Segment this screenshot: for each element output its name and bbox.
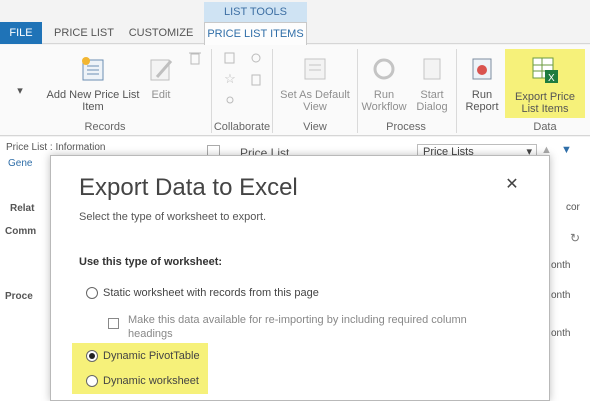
star-button[interactable]: ☆ [222,71,238,86]
svg-text:X: X [548,73,555,84]
static-worksheet-radio[interactable] [86,287,98,299]
list-tools-header: LIST TOOLS [204,2,307,22]
share-button[interactable] [222,95,238,112]
run-workflow-button[interactable]: Run Workflow [360,55,408,113]
connect-button[interactable] [248,51,264,68]
workflow-icon [373,58,395,80]
export-label: Export Price List Items [515,91,575,115]
ribbon-tab-bar: LIST TOOLS FILE PRICE LIST CUSTOMIZE PRI… [0,0,590,45]
search-field-tail: cor [566,202,580,213]
add-new-label: Add New Price List Item [46,89,140,113]
edit-button[interactable]: Edit [141,55,181,101]
link-icon [251,53,261,63]
cell-month-2: onth [551,290,571,301]
start-dialog-button[interactable]: Start Dialog [410,55,454,113]
assign-button[interactable] [248,73,264,90]
cell-month-3: onth [551,328,571,339]
tab-price-list-items[interactable]: PRICE LIST ITEMS [204,22,307,45]
close-icon[interactable]: ✕ [504,177,520,193]
tab-file[interactable]: FILE [0,22,42,44]
divider [456,49,457,133]
dynamic-pivottable-radio[interactable] [86,350,98,362]
export-price-list-items-button[interactable]: X Export Price List Items [506,55,584,115]
dynamic-worksheet-radio[interactable] [86,375,98,387]
tab-price-list[interactable]: PRICE LIST [50,22,118,44]
worksheet-type-label: Use this type of worksheet: [79,256,223,268]
view-icon [304,58,326,80]
excel-export-icon: X [532,57,558,84]
group-process-label: Process [386,121,426,133]
group-view-label: View [303,121,327,133]
set-default-view-label: Set As Default View [280,89,350,113]
cell-month-1: onth [551,260,571,271]
trash-icon [189,52,201,65]
proce-heading: Proce [5,291,33,302]
arrow-down-icon[interactable]: ▼ [561,144,575,159]
run-report-button[interactable]: Run Report [460,55,504,113]
ribbon: LIST TOOLS FILE PRICE LIST CUSTOMIZE PRI… [0,0,590,137]
run-report-label: Run Report [465,89,499,113]
people-icon [226,96,234,104]
ribbon-overflow-button[interactable]: ▾ [10,85,30,97]
add-new-price-list-item-button[interactable]: Add New Price List Item [46,55,140,113]
document-icon [251,74,261,86]
group-records-label: Records [84,121,126,133]
ribbon-body: ▾ Add New Price List Item Edit Records ☆… [0,45,590,136]
dialog-subtitle: Select the type of worksheet to export. [79,211,267,223]
dynamic-pivottable-label: Dynamic PivotTable [103,350,200,362]
tab-customize[interactable]: CUSTOMIZE [122,22,200,44]
comm-heading: Comm [5,226,37,237]
start-dialog-label: Start Dialog [416,89,448,113]
group-data-label: Data [533,121,557,133]
set-as-default-view-button[interactable]: Set As Default View [278,55,352,113]
reimport-checkbox[interactable] [108,318,119,329]
general-link[interactable]: Gene [8,158,32,169]
chevron-down-icon: ▾ [17,85,23,97]
dialog-icon [423,58,441,80]
follow-button[interactable] [222,51,238,68]
run-workflow-label: Run Workflow [361,89,407,113]
add-new-item-icon [82,57,104,81]
related-heading: Relat [10,203,35,214]
edit-icon [150,59,173,81]
dialog-title: Export Data to Excel [79,174,298,201]
refresh-icon[interactable]: ↻ [570,231,580,245]
reimport-label: Make this data available for re-importin… [128,314,467,340]
edit-label: Edit [151,89,171,101]
flag-icon [224,52,235,64]
dynamic-worksheet-label: Dynamic worksheet [103,375,199,387]
report-icon [472,58,492,80]
static-worksheet-label: Static worksheet with records from this … [103,287,319,299]
group-collaborate-label: Collaborate [213,121,271,133]
breadcrumb: Price List : Information [6,142,106,153]
delete-button[interactable] [188,51,202,68]
star-icon: ☆ [224,71,236,86]
